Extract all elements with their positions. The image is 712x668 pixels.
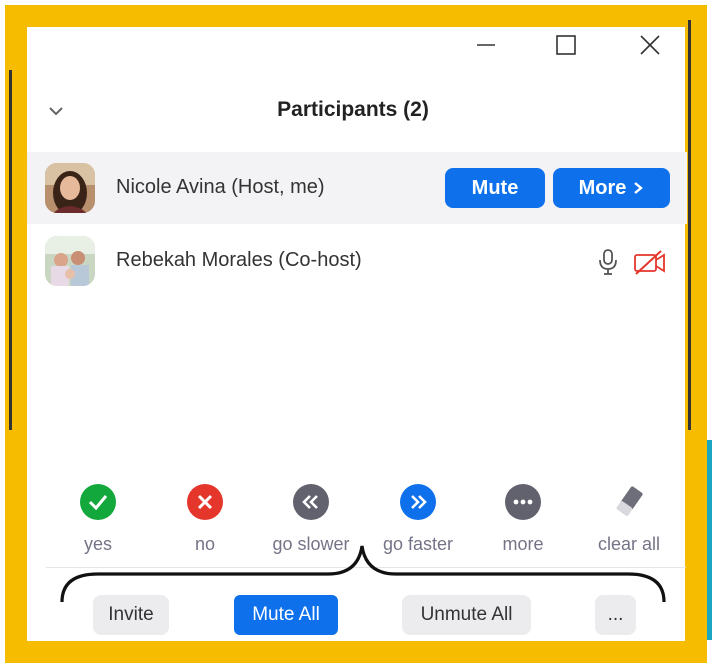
minimize-button[interactable] (470, 30, 502, 60)
mute-all-button[interactable]: Mute All (234, 595, 338, 635)
participant-name: Rebekah Morales (Co-host) (116, 249, 362, 271)
minimize-icon (477, 44, 495, 46)
invite-label: Invite (108, 604, 154, 625)
participant-row[interactable]: Rebekah Morales (Co-host) (27, 225, 687, 297)
unmute-all-label: Unmute All (420, 604, 513, 625)
maximize-button[interactable] (550, 30, 582, 60)
close-icon (640, 35, 660, 55)
mute-button[interactable]: Mute (445, 168, 545, 208)
eraser-icon (611, 484, 647, 520)
maximize-icon (556, 35, 576, 55)
participant-name: Nicole Avina (Host, me) (116, 176, 325, 198)
background-edge (707, 440, 712, 640)
avatar (45, 163, 95, 213)
check-icon (80, 484, 116, 520)
window-edge (688, 20, 691, 430)
more-options-button[interactable]: ... (595, 595, 636, 635)
close-button[interactable] (634, 30, 666, 60)
fast-forward-icon (400, 484, 436, 520)
participant-row[interactable]: Nicole Avina (Host, me) Mute More (27, 152, 687, 224)
ellipsis-icon (505, 484, 541, 520)
invite-button[interactable]: Invite (93, 595, 169, 635)
unmute-all-button[interactable]: Unmute All (402, 595, 531, 635)
video-off-icon (633, 248, 667, 276)
more-label: More (578, 176, 627, 199)
mute-label: Mute (471, 176, 519, 199)
mute-all-label: Mute All (252, 604, 320, 625)
more-button[interactable]: More (553, 168, 670, 208)
chevron-right-icon (634, 182, 644, 194)
x-icon (187, 484, 223, 520)
more-options-label: ... (607, 604, 624, 625)
microphone-icon (597, 248, 619, 276)
panel-title: Participants (2) (277, 98, 429, 121)
rewind-icon (293, 484, 329, 520)
window-edge (9, 70, 12, 430)
avatar (45, 236, 95, 286)
